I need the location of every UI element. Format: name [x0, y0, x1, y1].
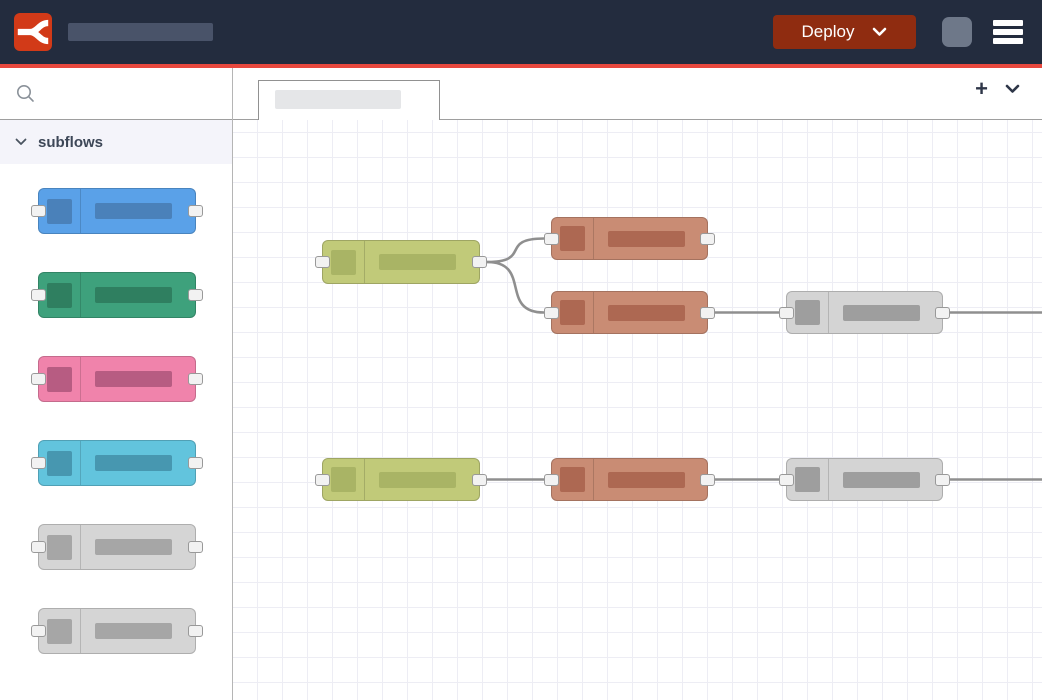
node-label	[594, 218, 707, 259]
flow-tab-label-placeholder	[275, 90, 401, 109]
node-output-port[interactable]	[472, 474, 487, 486]
node-output-port[interactable]	[700, 233, 715, 245]
node-input-port[interactable]	[544, 307, 559, 319]
chevron-down-icon	[15, 138, 27, 146]
node-label	[81, 273, 195, 317]
deploy-button-label: Deploy	[802, 22, 855, 42]
flow-wire[interactable]	[487, 262, 544, 313]
node-label	[829, 459, 942, 500]
palette-node-subflow-gray-1[interactable]	[38, 524, 196, 570]
node-input-port[interactable]	[779, 474, 794, 486]
node-input-port[interactable]	[31, 541, 46, 553]
node-output-port[interactable]	[700, 474, 715, 486]
node-output-port[interactable]	[188, 457, 203, 469]
flow-tab-active[interactable]	[258, 80, 440, 120]
node-input-port[interactable]	[544, 233, 559, 245]
user-avatar[interactable]	[942, 17, 972, 47]
search-icon	[16, 84, 35, 103]
flow-list-button[interactable]	[1005, 84, 1020, 94]
node-input-port[interactable]	[31, 373, 46, 385]
node-label	[81, 189, 195, 233]
flow-node-gray-2[interactable]	[786, 458, 943, 501]
node-input-port[interactable]	[31, 289, 46, 301]
node-output-port[interactable]	[188, 541, 203, 553]
chevron-down-icon	[872, 27, 887, 37]
flow-node-orange-3[interactable]	[551, 458, 708, 501]
node-input-port[interactable]	[779, 307, 794, 319]
node-output-port[interactable]	[188, 373, 203, 385]
node-input-port[interactable]	[31, 457, 46, 469]
node-label	[81, 609, 195, 653]
palette-search[interactable]	[0, 68, 232, 120]
node-output-port[interactable]	[935, 474, 950, 486]
palette-sidebar: subflows	[0, 68, 233, 700]
node-input-port[interactable]	[315, 256, 330, 268]
flow-tabbar: +	[233, 68, 1042, 120]
node-label	[829, 292, 942, 333]
node-red-editor: Deploy subflows	[0, 0, 1042, 700]
flow-node-orange-1[interactable]	[551, 217, 708, 260]
node-label	[81, 441, 195, 485]
node-output-port[interactable]	[188, 625, 203, 637]
flow-node-green-2[interactable]	[322, 458, 480, 501]
node-output-port[interactable]	[472, 256, 487, 268]
deploy-button[interactable]: Deploy	[773, 15, 916, 49]
palette-node-subflow-blue[interactable]	[38, 188, 196, 234]
chevron-down-icon	[1005, 84, 1020, 94]
flow-canvas[interactable]	[233, 120, 1042, 700]
node-label	[594, 292, 707, 333]
header-title-placeholder	[68, 23, 213, 41]
node-input-port[interactable]	[544, 474, 559, 486]
tab-actions: +	[975, 78, 1020, 100]
node-input-port[interactable]	[315, 474, 330, 486]
node-output-port[interactable]	[935, 307, 950, 319]
node-label	[81, 525, 195, 569]
node-input-port[interactable]	[31, 625, 46, 637]
node-label	[81, 357, 195, 401]
flow-node-green-1[interactable]	[322, 240, 480, 284]
palette-node-subflow-green[interactable]	[38, 272, 196, 318]
node-output-port[interactable]	[188, 289, 203, 301]
hamburger-icon	[993, 20, 1023, 26]
palette-node-subflow-gray-2[interactable]	[38, 608, 196, 654]
palette-category-subflows[interactable]: subflows	[0, 120, 232, 164]
node-label	[594, 459, 707, 500]
node-label	[365, 459, 479, 500]
palette-node-subflow-teal[interactable]	[38, 440, 196, 486]
palette-node-subflow-pink[interactable]	[38, 356, 196, 402]
flow-node-gray-1[interactable]	[786, 291, 943, 334]
node-label	[365, 241, 479, 283]
add-flow-button[interactable]: +	[975, 78, 988, 100]
palette-category-label: subflows	[38, 134, 103, 151]
palette-node-list	[0, 164, 232, 700]
wire-layer	[233, 120, 1042, 700]
workspace: +	[233, 68, 1042, 700]
header: Deploy	[0, 0, 1042, 64]
flow-wire[interactable]	[487, 239, 544, 263]
node-input-port[interactable]	[31, 205, 46, 217]
node-output-port[interactable]	[700, 307, 715, 319]
app-logo-icon	[14, 13, 52, 51]
flow-node-orange-2[interactable]	[551, 291, 708, 334]
main-menu-button[interactable]	[993, 20, 1023, 44]
node-output-port[interactable]	[188, 205, 203, 217]
